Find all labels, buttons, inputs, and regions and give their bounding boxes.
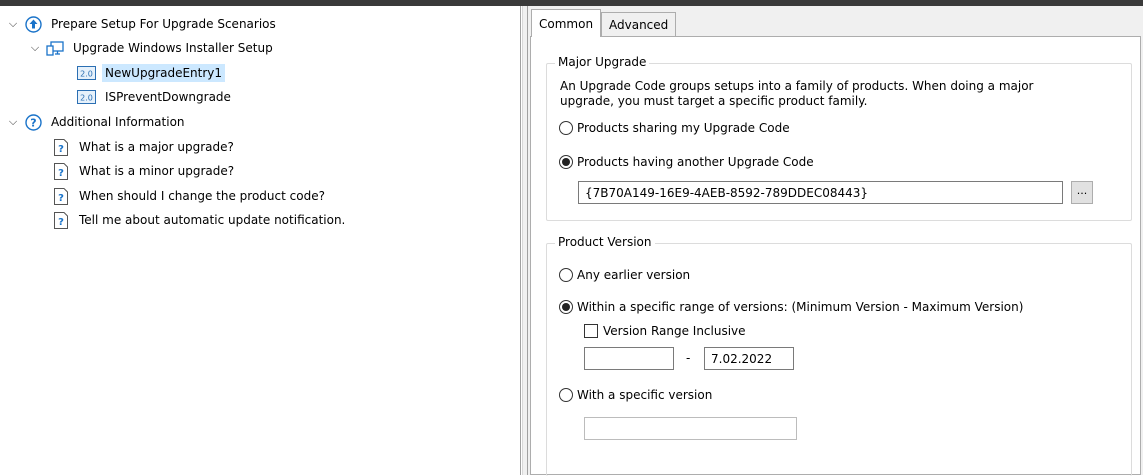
help-item-change-product-code[interactable]: ? When should I change the product code? bbox=[52, 184, 328, 208]
radio-button[interactable] bbox=[559, 155, 573, 169]
svg-text:?: ? bbox=[30, 116, 36, 129]
upgrade-arrow-icon bbox=[24, 15, 42, 33]
tab-label: Advanced bbox=[609, 17, 669, 32]
common-tab-panel: Major Upgrade An Upgrade Code groups set… bbox=[530, 36, 1141, 476]
radio-button[interactable] bbox=[559, 268, 573, 282]
checkbox-version-range-inclusive[interactable]: Version Range Inclusive bbox=[584, 324, 746, 338]
product-version-group: Product Version Any earlier version With… bbox=[546, 235, 1132, 476]
chevron-down-icon[interactable]: ⌵ bbox=[6, 115, 20, 129]
radio-button[interactable] bbox=[559, 300, 573, 314]
help-document-icon: ? bbox=[52, 211, 70, 229]
description-line: upgrade, you must target a specific prod… bbox=[560, 94, 868, 108]
tree-node-prepare-setup[interactable]: ⌵ Prepare Setup For Upgrade Scenarios bbox=[6, 12, 279, 36]
max-version-input[interactable] bbox=[704, 347, 794, 370]
radio-version-range[interactable]: Within a specific range of versions: (Mi… bbox=[559, 300, 1023, 314]
computer-icon bbox=[46, 39, 64, 57]
help-badge-text: ? bbox=[58, 168, 64, 179]
upgrade-entry-icon: 2.0 bbox=[76, 64, 96, 82]
chevron-down-icon[interactable]: ⌵ bbox=[28, 41, 42, 55]
radio-label: Within a specific range of versions: (Mi… bbox=[577, 300, 1024, 314]
tree-node-label: When should I change the product code? bbox=[79, 189, 325, 203]
group-title: Major Upgrade bbox=[555, 55, 650, 69]
tree-node-label: What is a minor upgrade? bbox=[79, 164, 235, 178]
radio-specific-version[interactable]: With a specific version bbox=[559, 388, 712, 402]
tree-node-label: What is a major upgrade? bbox=[79, 140, 234, 154]
tree-node-label: NewUpgradeEntry1 bbox=[102, 64, 226, 82]
help-document-icon: ? bbox=[52, 187, 70, 205]
range-separator: - bbox=[686, 351, 691, 365]
description-line: An Upgrade Code groups setups into a fam… bbox=[560, 79, 1034, 93]
tab-common[interactable]: Common bbox=[531, 9, 602, 37]
tree-node-label: Upgrade Windows Installer Setup bbox=[73, 41, 273, 55]
checkbox[interactable] bbox=[584, 324, 598, 338]
help-badge-text: ? bbox=[58, 144, 64, 155]
tree-node-label: Prepare Setup For Upgrade Scenarios bbox=[51, 17, 276, 31]
radio-any-earlier-version[interactable]: Any earlier version bbox=[559, 268, 690, 282]
help-document-icon: ? bbox=[52, 138, 70, 156]
scenario-tree[interactable]: ⌵ Prepare Setup For Upgrade Scenarios ⌵ … bbox=[0, 6, 521, 475]
tree-node-is-prevent-downgrade[interactable]: 2.0 ISPreventDowngrade bbox=[76, 85, 234, 109]
tab-strip: Common Advanced bbox=[528, 6, 1143, 37]
tab-advanced[interactable]: Advanced bbox=[601, 12, 677, 36]
browse-button[interactable]: ... bbox=[1071, 181, 1093, 204]
min-version-input[interactable] bbox=[584, 347, 674, 370]
radio-button[interactable] bbox=[559, 388, 573, 402]
radio-label: Any earlier version bbox=[577, 268, 691, 282]
version-badge-text: 2.0 bbox=[80, 94, 93, 103]
radio-products-sharing-code[interactable]: Products sharing my Upgrade Code bbox=[559, 121, 790, 135]
version-badge-text: 2.0 bbox=[80, 70, 93, 79]
help-item-major-upgrade[interactable]: ? What is a major upgrade? bbox=[52, 135, 237, 159]
radio-button[interactable] bbox=[559, 121, 573, 135]
upgrade-code-input[interactable] bbox=[578, 181, 1063, 204]
help-item-minor-upgrade[interactable]: ? What is a minor upgrade? bbox=[52, 159, 237, 183]
tree-node-additional-information[interactable]: ⌵ ? Additional Information bbox=[6, 110, 188, 134]
help-item-update-notification[interactable]: ? Tell me about automatic update notific… bbox=[52, 208, 348, 232]
tab-label: Common bbox=[539, 16, 594, 31]
properties-pane: Common Advanced Major Upgrade An Upgrade… bbox=[528, 6, 1143, 476]
radio-label: With a specific version bbox=[577, 388, 713, 402]
specific-version-input[interactable] bbox=[584, 417, 797, 440]
tree-node-new-upgrade-entry[interactable]: 2.0 NewUpgradeEntry1 bbox=[76, 61, 226, 85]
checkbox-label: Version Range Inclusive bbox=[603, 324, 746, 338]
upgrade-entry-icon: 2.0 bbox=[76, 88, 96, 106]
radio-label: Products sharing my Upgrade Code bbox=[577, 121, 790, 135]
major-upgrade-group: Major Upgrade An Upgrade Code groups set… bbox=[546, 55, 1132, 221]
radio-products-another-code[interactable]: Products having another Upgrade Code bbox=[559, 155, 814, 169]
tree-node-label: Tell me about automatic update notificat… bbox=[79, 213, 346, 227]
help-badge-text: ? bbox=[58, 193, 64, 204]
help-document-icon: ? bbox=[52, 162, 70, 180]
tree-node-upgrade-windows-installer[interactable]: ⌵ Upgrade Windows Installer Setup bbox=[28, 36, 276, 60]
radio-label: Products having another Upgrade Code bbox=[577, 155, 814, 169]
chevron-down-icon[interactable]: ⌵ bbox=[6, 17, 20, 31]
help-badge-text: ? bbox=[58, 217, 64, 228]
tree-node-label: Additional Information bbox=[51, 115, 185, 129]
group-title: Product Version bbox=[555, 235, 655, 249]
tree-node-label: ISPreventDowngrade bbox=[105, 90, 231, 104]
help-circle-icon: ? bbox=[24, 113, 42, 131]
